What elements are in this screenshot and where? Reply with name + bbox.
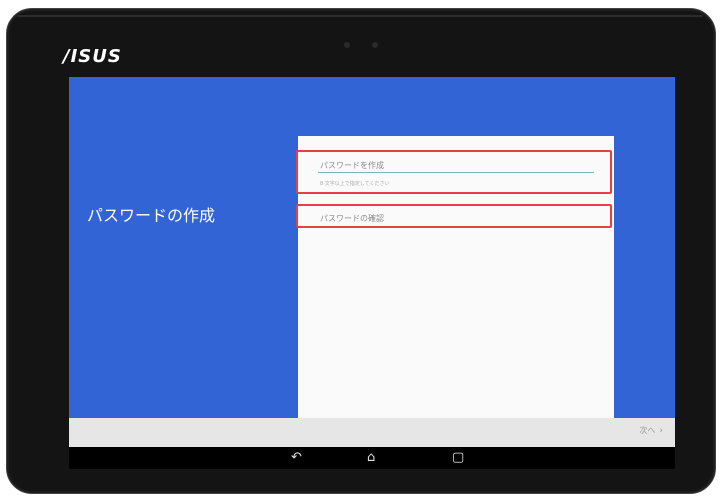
tablet-edge	[17, 15, 703, 17]
password-hint: 8 文字以上で指定してください	[320, 181, 390, 187]
home-icon[interactable]: ⌂	[367, 450, 375, 466]
navigation-bar: ↶ ⌂ ▢	[69, 447, 675, 469]
tablet-frame: /ISUS パスワードの作成 パスワードを作成 8 文字以上で指定してください …	[6, 8, 716, 494]
confirm-placeholder: パスワードの確認	[320, 214, 384, 223]
next-label: 次へ	[639, 426, 656, 435]
password-card: パスワードを作成 8 文字以上で指定してください パスワードの確認	[296, 136, 614, 419]
password-underline	[318, 172, 594, 173]
camera-dot	[344, 42, 350, 48]
recent-apps-icon[interactable]: ▢	[452, 450, 464, 466]
brand-logo: /ISUS	[63, 46, 122, 67]
bottom-bar: 次へ ›	[69, 418, 675, 447]
sensor-dot	[372, 42, 378, 48]
password-placeholder: パスワードを作成	[320, 161, 384, 170]
back-icon[interactable]: ↶	[291, 450, 302, 466]
next-button[interactable]: 次へ ›	[639, 425, 663, 436]
chevron-right-icon: ›	[659, 426, 663, 436]
screen: パスワードの作成 パスワードを作成 8 文字以上で指定してください パスワードの…	[69, 77, 675, 469]
page-title: パスワードの作成	[87, 206, 216, 225]
